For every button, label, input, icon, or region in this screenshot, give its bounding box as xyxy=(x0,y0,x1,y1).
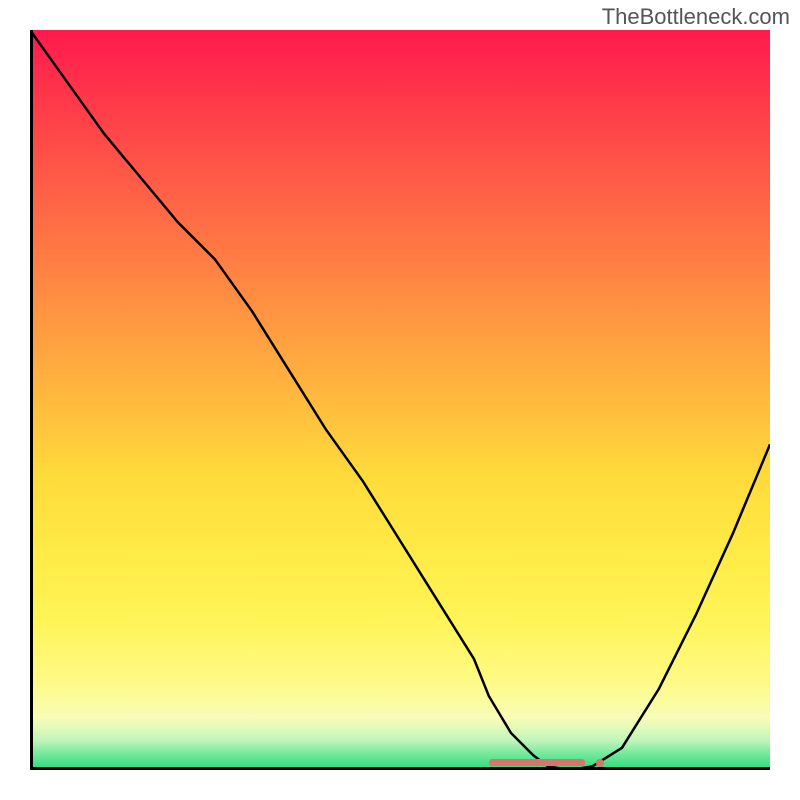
watermark-text: TheBottleneck.com xyxy=(602,4,790,30)
x-axis xyxy=(30,767,770,770)
minimum-marker-line xyxy=(489,759,585,766)
curve-line xyxy=(30,30,770,770)
y-axis xyxy=(30,30,33,770)
plot-area xyxy=(30,30,770,770)
curve-svg xyxy=(30,30,770,770)
minimum-marker-dot xyxy=(596,759,604,767)
